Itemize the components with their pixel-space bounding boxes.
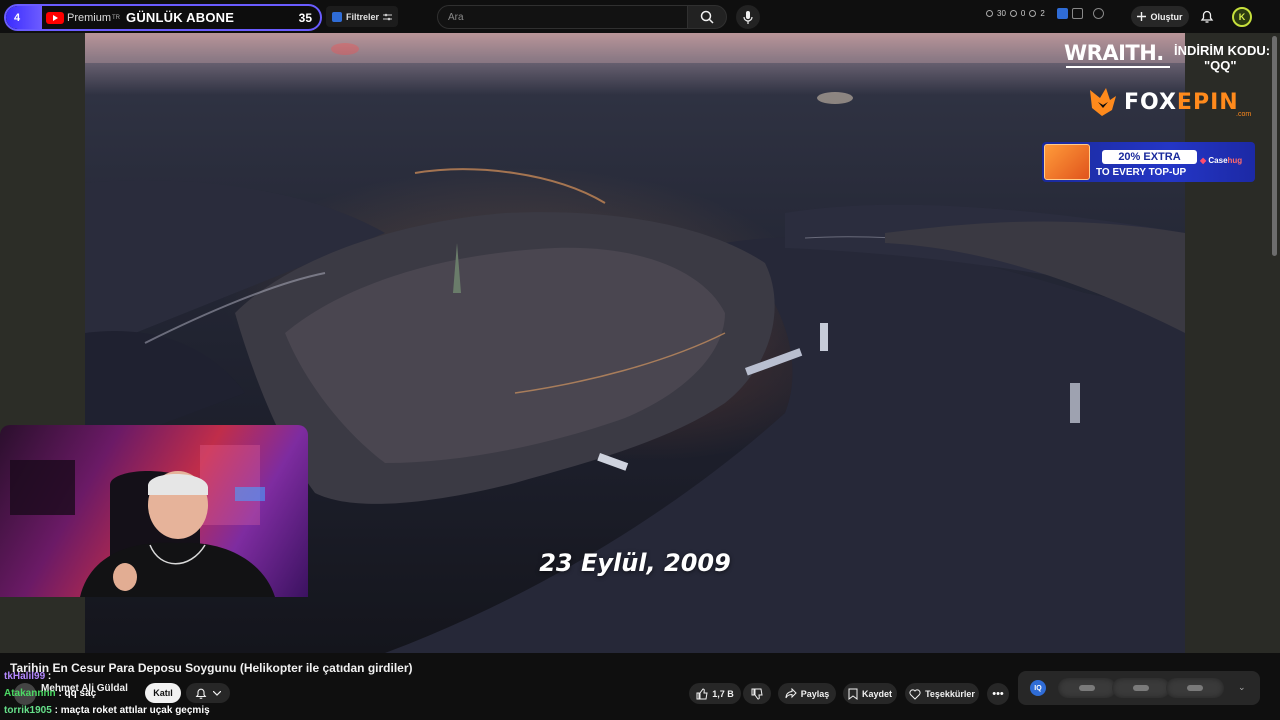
extension-slot[interactable] <box>1058 678 1116 698</box>
share-button[interactable]: Paylaş <box>778 683 836 704</box>
chat-username: torrik1905 <box>4 705 52 716</box>
foxepin-wordmark-fox: FOX <box>1124 89 1177 115</box>
top-bar: 4 Premium TR GÜNLÜK ABONE 35 Filtreler A… <box>0 0 1280 33</box>
filter-extension-icon <box>332 11 342 22</box>
search-button[interactable] <box>687 5 727 29</box>
filters-label: Filtreler <box>346 11 380 22</box>
thanks-heart-icon <box>909 688 921 700</box>
filters-button[interactable]: Filtreler <box>326 6 399 27</box>
like-button[interactable]: 1,7 B <box>689 683 741 704</box>
clock-icon <box>986 10 993 17</box>
streamer-webcam <box>0 425 308 597</box>
dislike-button[interactable] <box>743 683 771 704</box>
casehug-promo-banner: 20% EXTRA TO EVERY TOP-UP ◆ Casehug <box>1042 142 1255 182</box>
search-icon <box>700 10 714 24</box>
bell-icon <box>1200 10 1214 23</box>
bell-icon <box>195 688 207 699</box>
extension-slot[interactable] <box>1166 678 1224 698</box>
discount-label: İNDİRİM KODU: <box>1174 43 1271 58</box>
eye-icon <box>1009 10 1017 17</box>
voice-search-button[interactable] <box>736 5 760 29</box>
share-label: Paylaş <box>800 688 830 699</box>
share-icon <box>785 688 797 699</box>
notifications-button[interactable] <box>1200 9 1214 29</box>
subscriber-right-count: 35 <box>298 10 312 25</box>
foxepin-wordmark-epin: EPIN <box>1176 89 1239 115</box>
youtube-premium-logo: Premium TR <box>46 11 121 24</box>
microphone-icon <box>743 10 753 24</box>
comment-icon <box>1029 10 1037 17</box>
thumbs-down-icon <box>751 688 763 700</box>
discount-code: "QQ" <box>1204 58 1237 73</box>
extension-expand-icon[interactable]: ⌄ <box>1238 682 1246 693</box>
join-button[interactable]: Katıl <box>145 683 181 703</box>
more-actions-button[interactable]: ••• <box>987 683 1009 705</box>
create-label: Oluştur <box>1150 11 1183 22</box>
thanks-button[interactable]: Teşekkürler <box>905 683 979 704</box>
chat-username: Atakannnn <box>4 688 56 699</box>
save-label: Kaydet <box>861 688 892 699</box>
like-count: 1,7 B <box>712 688 734 699</box>
wraith-underline <box>1066 66 1170 68</box>
plus-icon <box>1137 12 1147 21</box>
foxepin-logo: FOXEPIN <box>1088 84 1239 120</box>
sliders-icon <box>383 13 393 20</box>
chat-line: tkHalil99 : <box>4 671 51 682</box>
stat-value-1: 30 <box>997 9 1006 18</box>
casehug-logo-hug: hug <box>1227 156 1243 165</box>
fox-icon <box>1090 88 1116 116</box>
chat-message: : <box>47 671 52 682</box>
list-icon[interactable] <box>1071 8 1083 19</box>
daily-subscriber-widget: 4 Premium TR GÜNLÜK ABONE 35 <box>4 4 322 31</box>
trophy-icon[interactable] <box>1092 8 1104 19</box>
stat-value-2: 0 <box>1020 9 1026 18</box>
foxepin-wordmark: FOXEPIN <box>1124 90 1239 115</box>
video-pillar-right <box>1185 33 1280 653</box>
search-input[interactable]: Ara <box>437 5 688 29</box>
subscription-bell-button[interactable] <box>186 683 230 703</box>
promo-subtext: TO EVERY TOP-UP <box>1096 167 1187 178</box>
chat-line: torrik1905 : maçta roket attılar uçak ge… <box>4 705 210 716</box>
streamer-figure <box>10 445 275 597</box>
extension-icon[interactable] <box>1056 8 1068 19</box>
wraith-logo: WRAITH. <box>1064 41 1164 65</box>
premium-label: Premium <box>67 11 112 24</box>
casehug-logo: ◆ Casehug <box>1200 156 1243 165</box>
subscriber-left-count: 4 <box>6 6 42 29</box>
stream-screen: 4 Premium TR GÜNLÜK ABONE 35 Filtreler A… <box>0 0 1280 720</box>
chat-message: : maçta roket attılar uçak geçmiş <box>54 705 210 716</box>
bookmark-icon <box>848 688 858 700</box>
thumbs-up-icon <box>696 687 708 699</box>
account-avatar[interactable]: K <box>1232 7 1252 27</box>
region-label: TR <box>112 14 121 21</box>
chat-username: tkHalil99 <box>4 671 46 682</box>
chevron-down-icon <box>213 690 221 696</box>
casehug-logo-case: Case <box>1208 156 1228 165</box>
foxepin-domain: .com <box>1236 111 1252 118</box>
promo-card-image <box>1044 144 1090 180</box>
youtube-play-icon <box>46 11 64 24</box>
extension-slot[interactable] <box>1112 678 1170 698</box>
chat-line: Atakannnn : qq saç <box>4 688 96 699</box>
extension-panel: IQ <box>1018 671 1260 705</box>
page-scrollbar[interactable] <box>1272 36 1277 256</box>
save-button[interactable]: Kaydet <box>843 683 897 704</box>
promo-headline: 20% EXTRA <box>1102 150 1197 164</box>
daily-subscriber-label: GÜNLÜK ABONE <box>126 10 235 25</box>
create-button[interactable]: Oluştur <box>1131 6 1189 27</box>
extension-stats: 30 0 2 <box>986 8 1104 19</box>
thanks-label: Teşekkürler <box>925 688 975 699</box>
stat-value-3: 2 <box>1040 9 1045 18</box>
extension-logo-icon[interactable]: IQ <box>1030 680 1046 696</box>
chat-message: : qq saç <box>58 688 97 699</box>
video-title: Tarihin En Cesur Para Deposu Soygunu (He… <box>10 661 413 675</box>
